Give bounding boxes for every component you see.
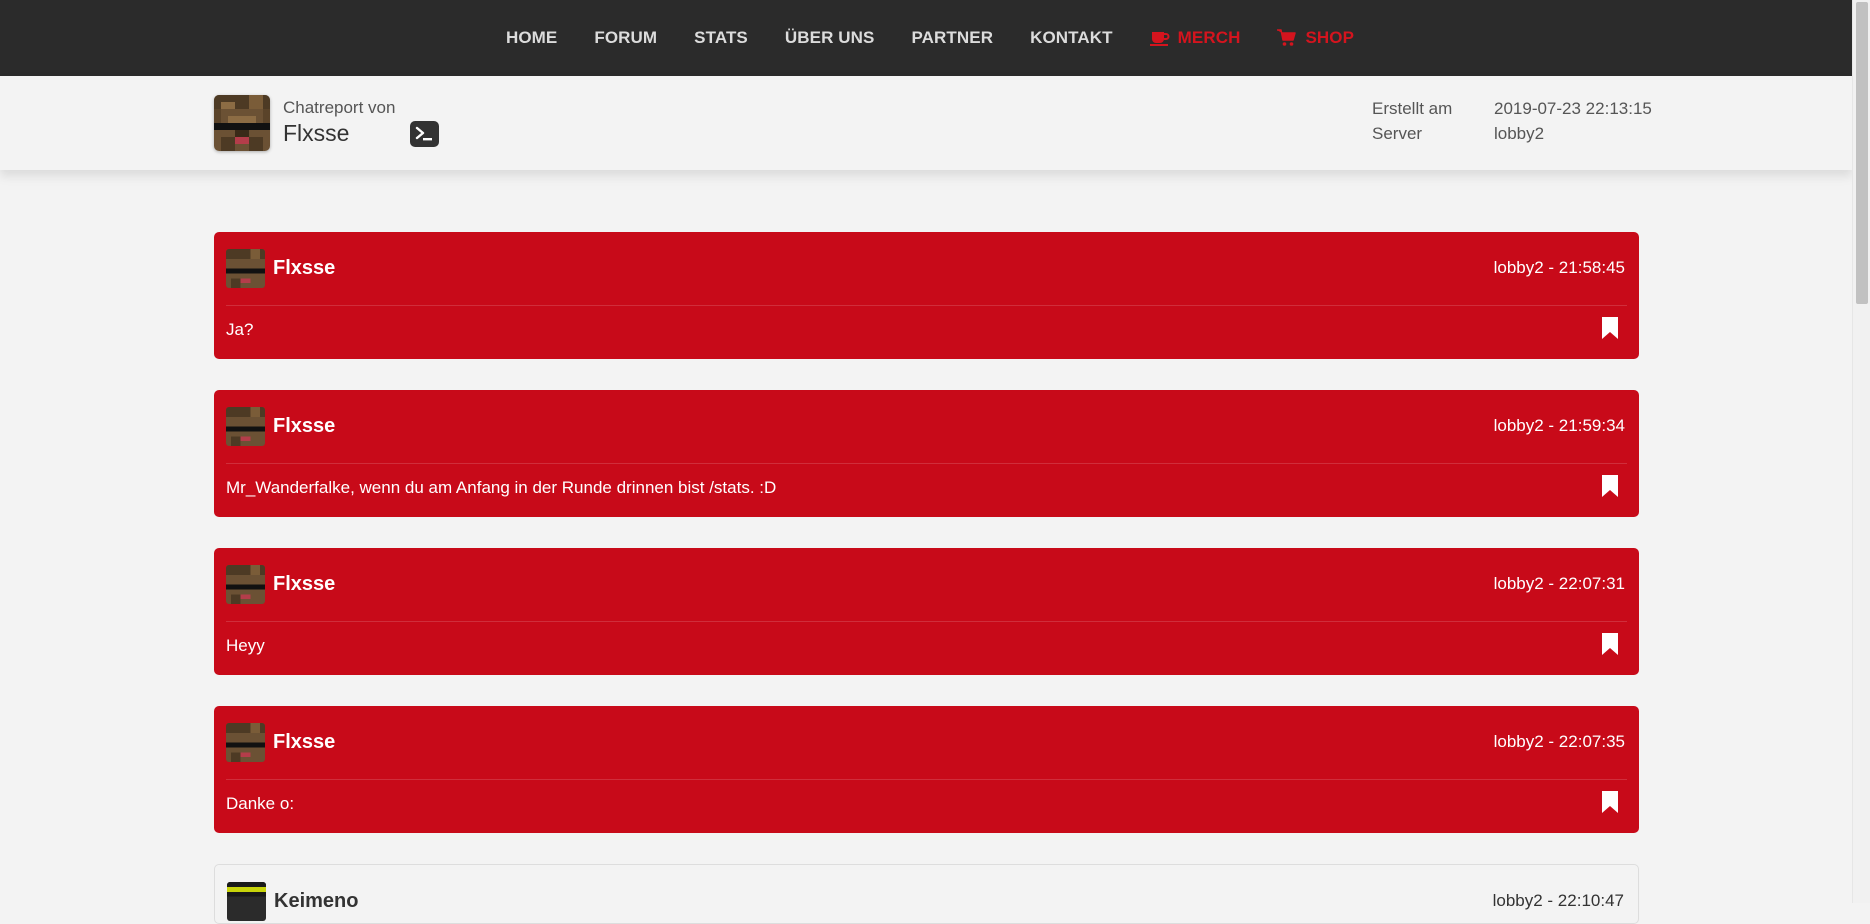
nav-label: STATS [694, 28, 748, 47]
divider [226, 779, 1627, 780]
header-subtitle: Chatreport von [283, 98, 396, 117]
chat-message: Flxsse lobby2 - 22:07:35 Danke o: [214, 706, 1639, 833]
nav-item-kontakt[interactable]: KONTAKT [1012, 28, 1132, 48]
message-timestamp: lobby2 - 22:10:47 [1492, 891, 1624, 910]
nav-item-shop[interactable]: SHOP [1259, 28, 1373, 48]
chat-message: Keimeno lobby2 - 22:10:47 [214, 864, 1639, 924]
nav-item-ueber-uns[interactable]: ÜBER UNS [766, 28, 893, 48]
message-author[interactable]: Flxsse [273, 415, 335, 438]
avatar [226, 565, 265, 604]
bookmark-icon[interactable] [1600, 316, 1620, 340]
chat-message: Flxsse lobby2 - 22:07:31 Heyy [214, 548, 1639, 675]
shopping-cart-icon [1277, 29, 1297, 46]
message-timestamp: lobby2 - 22:07:35 [1493, 732, 1625, 751]
message-text: Heyy [226, 636, 265, 655]
message-list: Flxsse lobby2 - 21:58:45 Ja? Flxsse lobb… [214, 232, 1639, 924]
top-navbar: HOME FORUM STATS ÜBER UNS PARTNER KONTAK… [0, 0, 1852, 76]
message-author[interactable]: Keimeno [274, 890, 358, 913]
chat-message: Flxsse lobby2 - 21:58:45 Ja? [214, 232, 1639, 359]
player-avatar [214, 95, 270, 151]
nav-label: FORUM [594, 28, 658, 47]
avatar [226, 723, 265, 762]
bookmark-icon[interactable] [1600, 790, 1620, 814]
nav-item-partner[interactable]: PARTNER [893, 28, 1012, 48]
scrollbar-thumb[interactable] [1856, 2, 1868, 304]
message-timestamp: lobby2 - 21:59:34 [1493, 416, 1625, 435]
coffee-cup-icon [1149, 32, 1170, 46]
terminal-icon[interactable] [410, 121, 439, 147]
divider [226, 463, 1627, 464]
server-label: Server [1372, 124, 1423, 143]
nav-item-merch[interactable]: MERCH [1131, 28, 1259, 48]
nav-item-home[interactable]: HOME [487, 28, 575, 48]
nav-label: ÜBER UNS [784, 28, 875, 47]
avatar [226, 407, 265, 446]
avatar [226, 249, 265, 288]
message-author[interactable]: Flxsse [273, 573, 335, 596]
nav-item-forum[interactable]: FORUM [576, 28, 676, 48]
nav-label: HOME [505, 28, 558, 47]
message-text: Danke o: [226, 794, 295, 813]
divider [226, 305, 1627, 306]
message-text: Mr_Wanderfalke, wenn du am Anfang in der… [226, 478, 777, 497]
divider [226, 621, 1627, 622]
nav-label: PARTNER [911, 28, 994, 47]
message-timestamp: lobby2 - 22:07:31 [1493, 574, 1625, 593]
nav-label: KONTAKT [1030, 28, 1113, 47]
avatar [227, 882, 266, 921]
server-value: lobby2 [1494, 124, 1545, 143]
nav-menu: HOME FORUM STATS ÜBER UNS PARTNER KONTAK… [487, 28, 1372, 48]
created-value: 2019-07-23 22:13:15 [1494, 99, 1652, 118]
created-label: Erstellt am [1372, 99, 1453, 118]
bookmark-icon[interactable] [1600, 474, 1620, 498]
message-timestamp: lobby2 - 21:58:45 [1493, 258, 1625, 277]
player-name: Flxsse [283, 120, 350, 146]
report-header: Chatreport von Flxsse Erstellt am 2019-0… [0, 76, 1852, 170]
message-author[interactable]: Flxsse [273, 731, 335, 754]
nav-item-stats[interactable]: STATS [676, 28, 767, 48]
page-scrollbar[interactable] [1852, 0, 1870, 903]
message-text: Ja? [226, 320, 254, 339]
message-author[interactable]: Flxsse [273, 257, 335, 280]
chat-message: Flxsse lobby2 - 21:59:34 Mr_Wanderfalke,… [214, 390, 1639, 517]
bookmark-icon[interactable] [1600, 632, 1620, 656]
nav-label: SHOP [1305, 28, 1355, 47]
nav-label: MERCH [1177, 28, 1241, 47]
